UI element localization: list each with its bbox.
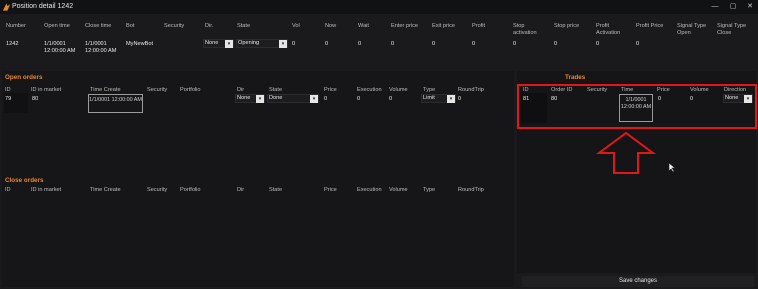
title-bar: Position detail 1242 — ▢ ✕ [0, 0, 758, 14]
col-profit-price: Profit Price [636, 23, 664, 29]
save-changes-button[interactable]: Save changes [522, 276, 754, 287]
oo-col-price: Price [324, 87, 337, 93]
window-title: Position detail 1242 [12, 3, 74, 10]
cell-wait[interactable]: 0 [358, 41, 361, 48]
oo-cell-id: 79 [5, 96, 12, 102]
col-vol: Vol [292, 23, 300, 29]
col-dir: Dir. [205, 23, 214, 29]
oo-col-execution: Execution [357, 87, 382, 93]
state-dropdown[interactable]: Opening ▾ [236, 39, 288, 48]
app-logo-icon [2, 3, 11, 11]
col-signal-open: Signal Type Open [677, 23, 707, 36]
oo-col-dir: Dir [237, 87, 245, 93]
oo-time-value: 1/1/0001 12:00:00 AM [89, 97, 142, 103]
open-orders-panel: Open orders [2, 71, 514, 174]
close-orders-title: Close orders [5, 177, 44, 184]
oo-state-value: Done [269, 95, 283, 101]
chevron-down-icon[interactable]: ▾ [310, 95, 318, 103]
highlight-box [517, 84, 757, 129]
state-dropdown-value: Opening [238, 40, 260, 46]
oo-col-roundtrip: RoundTrip [458, 87, 484, 93]
cell-open-time: 1/1/0001 12:00:00 AM [44, 41, 76, 54]
col-profit: Profit [472, 23, 486, 29]
cell-now[interactable]: 0 [325, 41, 328, 48]
oo-col-id-market: ID in market [31, 87, 62, 93]
close-orders-panel: Close orders [2, 174, 514, 287]
co-col-price: Price [324, 187, 337, 193]
oo-cell-roundtrip: 0 [458, 96, 462, 102]
co-col-security: Security [147, 187, 168, 193]
cell-bot: MyNewBot [126, 41, 154, 47]
co-col-time: Time Create [90, 187, 121, 193]
cell-profit-price[interactable]: 0 [636, 41, 639, 48]
oo-dir-dropdown[interactable]: None ▾ [235, 94, 265, 103]
up-arrow-icon [596, 131, 656, 174]
cell-stop-activation[interactable]: 0 [513, 41, 516, 48]
co-col-execution: Execution [357, 187, 382, 193]
co-col-dir: Dir [237, 187, 245, 193]
col-close-time: Close time [85, 23, 112, 29]
oo-dir-value: None [237, 95, 251, 101]
col-profit-activation: Profit Activation [596, 23, 621, 36]
cell-enter-price[interactable]: 0 [391, 41, 394, 48]
oo-col-state: State [269, 87, 283, 93]
co-col-volume: Volume [389, 187, 408, 193]
col-now: Now [325, 23, 337, 29]
col-open-time: Open time [44, 23, 70, 29]
col-enter-price: Enter price [391, 23, 419, 29]
col-stop-activation: Stop activation [513, 23, 537, 36]
col-wait: Wait [358, 23, 369, 29]
dir-dropdown-value: None [205, 40, 219, 46]
col-number: Number [6, 23, 26, 29]
chevron-down-icon[interactable]: ▾ [279, 40, 287, 48]
oo-col-type: Type [423, 87, 436, 93]
col-bot: Bot [126, 23, 135, 29]
trades-title: Trades [565, 74, 586, 81]
dir-dropdown[interactable]: None ▾ [203, 39, 234, 48]
cell-profit-activation[interactable]: 0 [596, 41, 599, 48]
col-stop-price: Stop price [554, 23, 580, 29]
maximize-button[interactable]: ▢ [726, 1, 740, 13]
oo-col-security: Security [147, 87, 168, 93]
chevron-down-icon[interactable]: ▾ [225, 40, 233, 48]
oo-type-value: Limit [423, 95, 435, 101]
co-col-id: ID [5, 187, 11, 193]
chevron-down-icon[interactable]: ▾ [447, 95, 455, 103]
oo-cell-price[interactable]: 0 [324, 96, 327, 103]
minimize-button[interactable]: — [708, 1, 722, 13]
co-col-id-market: ID in market [31, 187, 62, 193]
col-signal-close: Signal Type Close [717, 23, 747, 36]
cell-close-time: 1/1/0001 12:00:00 AM [85, 41, 117, 54]
co-col-roundtrip: RoundTrip [458, 187, 484, 193]
cell-vol[interactable]: 0 [292, 41, 295, 48]
oo-col-volume: Volume [389, 87, 408, 93]
cell-profit: 0 [472, 41, 476, 47]
co-col-state: State [269, 187, 283, 193]
col-state: State [237, 23, 251, 29]
cell-exit-price[interactable]: 0 [432, 41, 435, 48]
oo-col-portfolio: Portfolio [180, 87, 201, 93]
oo-col-time: Time Create [90, 87, 121, 93]
co-col-type: Type [423, 187, 436, 193]
oo-cell-time: 1/1/0001 12:00:00 AM [88, 94, 143, 113]
oo-cell-id-market: 80 [32, 96, 39, 102]
cell-number: 1242 [6, 41, 19, 47]
oo-state-dropdown[interactable]: Done ▾ [267, 94, 319, 103]
cursor-icon [668, 162, 676, 173]
cell-stop-price[interactable]: 0 [554, 41, 557, 48]
chevron-down-icon[interactable]: ▾ [256, 95, 264, 103]
col-exit-price: Exit price [432, 23, 456, 29]
close-button[interactable]: ✕ [743, 1, 757, 13]
oo-cell-volume[interactable]: 0 [389, 96, 392, 103]
oo-type-dropdown[interactable]: Limit ▾ [421, 94, 456, 103]
oo-cell-execution: 0 [357, 96, 361, 102]
col-security: Security [164, 23, 185, 29]
open-orders-title: Open orders [5, 74, 43, 81]
co-col-portfolio: Portfolio [180, 187, 201, 193]
